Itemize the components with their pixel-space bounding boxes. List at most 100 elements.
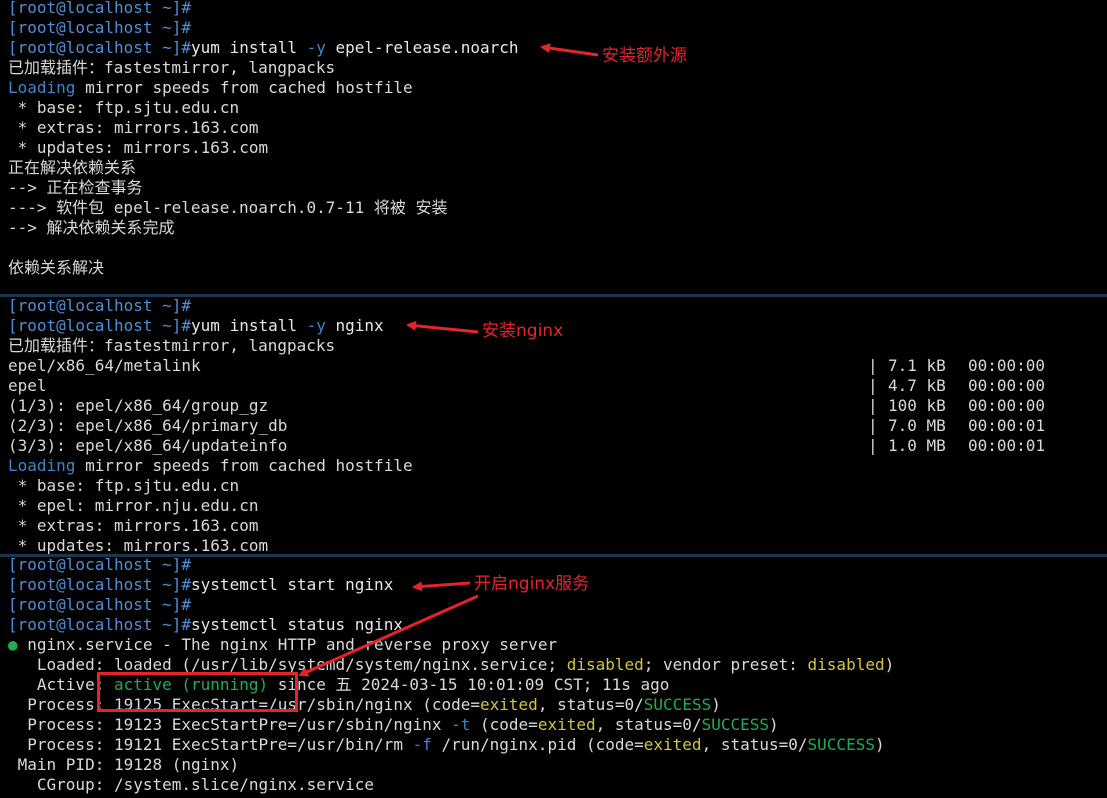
process-text: (code= bbox=[470, 715, 538, 734]
command-arg: epel-release.noarch bbox=[325, 38, 519, 57]
download-bar: | bbox=[868, 356, 878, 375]
download-bar: | bbox=[868, 376, 878, 395]
download-bar: | bbox=[868, 436, 878, 455]
download-bar: | bbox=[868, 416, 878, 435]
prompt: [root@localhost ~]# bbox=[8, 38, 192, 57]
service-description: nginx.service - The nginx HTTP and rever… bbox=[17, 635, 558, 654]
loaded-text: ; vendor preset: bbox=[643, 655, 808, 674]
download-name: (2/3): epel/x86_64/primary_db bbox=[8, 416, 288, 435]
output-line: * epel: mirror.nju.edu.cn bbox=[8, 496, 259, 515]
prompt: [root@localhost ~]# bbox=[8, 615, 192, 634]
loading-line: Loading mirror speeds from cached hostfi… bbox=[8, 78, 413, 98]
process-text: Process: 19123 ExecStartPre=/usr/sbin/ng… bbox=[8, 715, 452, 734]
process-status: SUCCESS bbox=[643, 695, 712, 714]
process-code: exited bbox=[643, 735, 702, 754]
process-flag: -f bbox=[412, 735, 432, 754]
loading-rest: mirror speeds from cached hostfile bbox=[75, 456, 413, 475]
terminal-panel-1: [root@localhost ~]# [root@localhost ~]# … bbox=[0, 0, 1107, 295]
download-row: (3/3): epel/x86_64/updateinfo | 1.0 MB 00:0… bbox=[8, 436, 1098, 456]
download-row: (1/3): epel/x86_64/group_gz | 100 kB 00:00:… bbox=[8, 396, 1098, 416]
process-text: , status=0/ bbox=[537, 695, 644, 714]
process-text: ) bbox=[769, 715, 779, 734]
loaded-state: disabled bbox=[566, 655, 644, 674]
process-text: Process: 19121 ExecStartPre=/usr/bin/rm bbox=[8, 735, 413, 754]
download-size: 7.0 MB bbox=[888, 416, 946, 435]
annotation-install-nginx: 安装nginx bbox=[482, 321, 564, 341]
output-line: --> 正在检查事务 bbox=[8, 178, 143, 197]
loaded-text: ) bbox=[884, 655, 895, 674]
download-name: (1/3): epel/x86_64/group_gz bbox=[8, 396, 269, 415]
process-text: /run/nginx.pid (code= bbox=[431, 735, 644, 754]
download-time: 00:00:00 bbox=[968, 396, 1046, 415]
process-status: SUCCESS bbox=[807, 735, 875, 754]
prompt-line: [root@localhost ~]# bbox=[8, 557, 192, 574]
download-name: (3/3): epel/x86_64/updateinfo bbox=[8, 436, 288, 455]
process-text: , status=0/ bbox=[701, 735, 808, 754]
output-line: * extras: mirrors.163.com bbox=[8, 516, 259, 535]
download-bar: | bbox=[868, 396, 878, 415]
command-line-status: [root@localhost ~]#systemctl status ngin… bbox=[8, 615, 403, 635]
annotation-start-nginx: 开启nginx服务 bbox=[474, 574, 590, 594]
prompt-line: [root@localhost ~]# bbox=[8, 18, 192, 37]
service-line: ● nginx.service - The nginx HTTP and rev… bbox=[8, 635, 557, 655]
highlight-box-active-running bbox=[97, 672, 298, 712]
output-line: * extras: mirrors.163.com bbox=[8, 118, 259, 137]
download-size: 100 kB bbox=[888, 396, 946, 415]
download-row: (2/3): epel/x86_64/primary_db | 7.0 MB 00:0… bbox=[8, 416, 1098, 436]
output-line: * base: ftp.sjtu.edu.cn bbox=[8, 98, 240, 117]
active-since: since 五 2024-03-15 10:01:09 CST; 11s ago bbox=[268, 675, 670, 694]
process-line: Process: 19121 ExecStartPre=/usr/bin/rm … bbox=[8, 735, 885, 755]
prompt: [root@localhost ~]# bbox=[8, 316, 192, 335]
command-line-epel: [root@localhost ~]#yum install -y epel-r… bbox=[8, 38, 519, 58]
download-name: epel/x86_64/metalink bbox=[8, 356, 201, 375]
cgroup-line: CGroup: /system.slice/nginx.service bbox=[8, 775, 375, 794]
download-row: epel/x86_64/metalink | 7.1 kB 00:00:00 bbox=[8, 356, 1098, 376]
command-text: systemctl status nginx bbox=[191, 615, 403, 634]
process-code: exited bbox=[537, 715, 596, 734]
loading-word: Loading bbox=[8, 78, 76, 97]
output-line: ---> 软件包 epel-release.noarch.0.7-11 将被 安… bbox=[8, 198, 448, 217]
process-text: ) bbox=[711, 695, 721, 714]
download-size: 4.7 kB bbox=[888, 376, 946, 395]
prompt-line: [root@localhost ~]# bbox=[8, 297, 192, 315]
prompt: [root@localhost ~]# bbox=[8, 575, 192, 594]
output-line: 已加载插件：fastestmirror, langpacks bbox=[8, 336, 336, 355]
process-line: Process: 19123 ExecStartPre=/usr/sbin/ng… bbox=[8, 715, 779, 735]
output-line: * updates: mirrors.163.com bbox=[8, 138, 269, 157]
process-flag: -t bbox=[451, 715, 471, 734]
output-line: --> 解决依赖关系完成 bbox=[8, 218, 175, 237]
command-line-start: [root@localhost ~]#systemctl start nginx bbox=[8, 575, 393, 595]
command-flag: -y bbox=[306, 38, 326, 57]
download-time: 00:00:01 bbox=[968, 416, 1046, 435]
process-text: , status=0/ bbox=[595, 715, 702, 734]
process-code: exited bbox=[480, 695, 538, 714]
loading-line: Loading mirror speeds from cached hostfi… bbox=[8, 456, 413, 476]
download-time: 00:00:00 bbox=[968, 376, 1046, 395]
loading-word: Loading bbox=[8, 456, 76, 475]
command-text: yum install bbox=[191, 38, 307, 57]
command-arg: nginx bbox=[325, 316, 384, 335]
prompt-line: [root@localhost ~]# bbox=[8, 595, 192, 614]
download-time: 00:00:01 bbox=[968, 436, 1046, 455]
prompt-line: [root@localhost ~]# bbox=[8, 0, 192, 17]
output-line: 正在解决依赖关系 bbox=[8, 158, 137, 177]
output-line: * base: ftp.sjtu.edu.cn bbox=[8, 476, 240, 495]
download-size: 7.1 kB bbox=[888, 356, 946, 375]
mainpid-line: Main PID: 19128 (nginx) bbox=[8, 755, 240, 774]
command-flag: -y bbox=[306, 316, 326, 335]
download-size: 1.0 MB bbox=[888, 436, 946, 455]
download-row: epel | 4.7 kB 00:00:00 bbox=[8, 376, 1098, 396]
output-line: 已加载插件：fastestmirror, langpacks bbox=[8, 58, 336, 77]
status-dot-icon: ● bbox=[8, 635, 18, 654]
process-text: ) bbox=[874, 735, 885, 754]
annotation-install-extra-repo: 安装额外源 bbox=[602, 46, 687, 66]
output-line: * updates: mirrors.163.com bbox=[8, 536, 269, 554]
command-text: systemctl start nginx bbox=[191, 575, 394, 594]
output-line: 依赖关系解决 bbox=[8, 258, 105, 277]
command-line-nginx: [root@localhost ~]#yum install -y nginx bbox=[8, 316, 384, 336]
process-status: SUCCESS bbox=[701, 715, 770, 734]
download-name: epel bbox=[8, 376, 47, 395]
loading-rest: mirror speeds from cached hostfile bbox=[75, 78, 413, 97]
download-time: 00:00:00 bbox=[968, 356, 1046, 375]
command-text: yum install bbox=[191, 316, 307, 335]
